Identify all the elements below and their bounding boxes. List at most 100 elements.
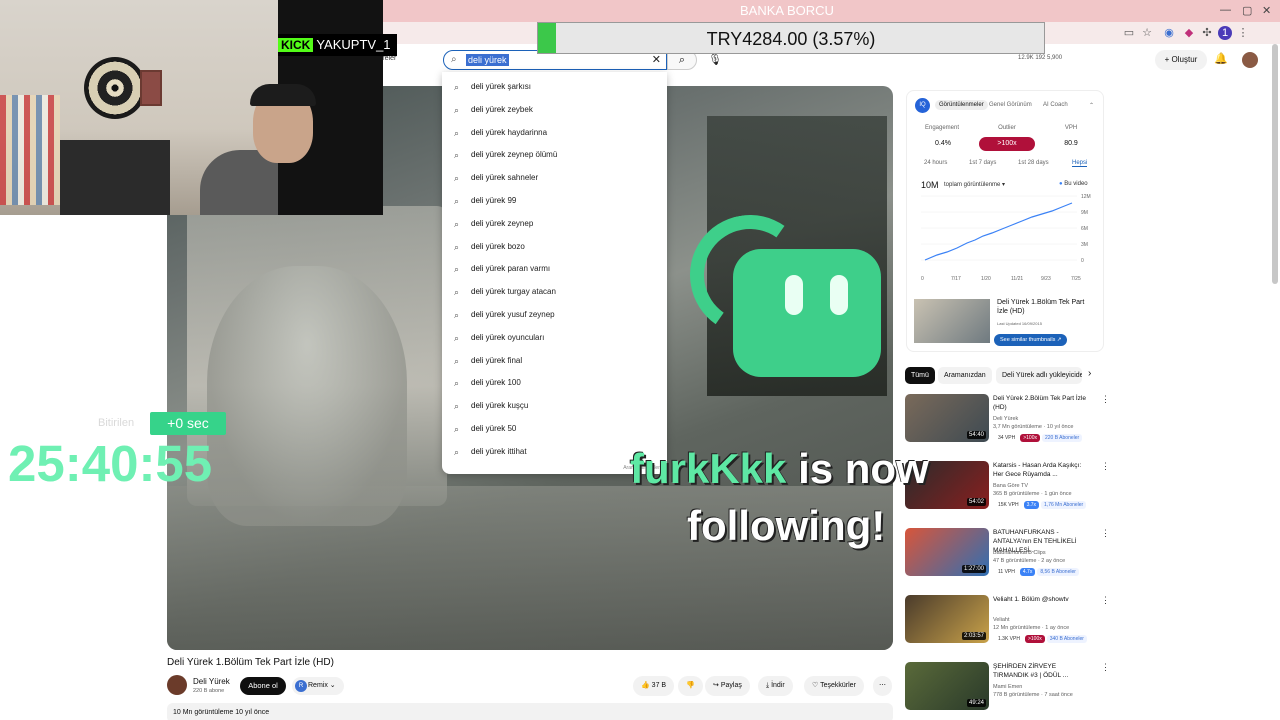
- range-24h[interactable]: 24 hours: [924, 160, 947, 166]
- extension-icon[interactable]: ◉: [1162, 26, 1176, 40]
- search-suggestion[interactable]: ⌕ deli yürek paran varmı: [442, 258, 667, 280]
- metric-select[interactable]: toplam görüntülenme ▾: [944, 181, 1005, 188]
- search-suggestion[interactable]: ⌕ deli yürek oyuncuları: [442, 327, 667, 349]
- chip-from-search[interactable]: Aramanızdan: [938, 367, 992, 384]
- video-more-icon[interactable]: ⋮: [1101, 662, 1110, 673]
- search-suggestion[interactable]: ⌕ deli yürek sahneler: [442, 167, 667, 189]
- search-icon: ⌕: [454, 355, 460, 366]
- suggestion-prefix: deli yürek: [471, 310, 508, 319]
- range-7d[interactable]: 1st 7 days: [969, 160, 996, 166]
- video-channel[interactable]: Batuhanfurkan5 Clips: [993, 550, 1046, 556]
- create-button[interactable]: + Oluştur: [1155, 50, 1207, 70]
- extension-shield-icon[interactable]: ◆: [1182, 26, 1196, 40]
- notifications-bell-icon[interactable]: 🔔: [1214, 52, 1228, 65]
- like-button[interactable]: 👍 37 B: [633, 676, 675, 696]
- tab-ai-coach[interactable]: AI Coach: [1039, 100, 1072, 110]
- video-more-icon[interactable]: ⋮: [1101, 394, 1110, 405]
- description-box[interactable]: 10 Mn görüntüleme 10 yıl önce: [167, 703, 893, 720]
- views-line: [924, 202, 1073, 261]
- suggestion-prefix: deli yürek: [471, 127, 508, 137]
- video-thumbnail[interactable]: 2:03:57: [905, 595, 989, 643]
- suggestion-tail: zeybek: [507, 104, 533, 114]
- video-title[interactable]: ŞEHİRDEN ZİRVEYE TIRMANDIK #3 | ÖDÜL ...: [993, 662, 1093, 680]
- subscribe-button[interactable]: Abone ol: [240, 677, 286, 695]
- collapse-chevron-icon[interactable]: ⌃: [1085, 100, 1098, 111]
- recommended-video[interactable]: 54:40 Deli Yürek 2.Bölüm Tek Part İzle (H…: [905, 394, 1110, 456]
- clear-search-icon[interactable]: ✕: [652, 53, 661, 66]
- thanks-label: Teşekkürler: [820, 682, 856, 689]
- video-channel[interactable]: Bana Göre TV: [993, 483, 1028, 489]
- share-button[interactable]: ↪ Paylaş: [705, 676, 750, 696]
- suggestion-prefix: deli yürek: [471, 264, 508, 274]
- plus-seconds-badge: +0 sec: [150, 412, 226, 435]
- minimize-icon[interactable]: —: [1220, 4, 1231, 16]
- thanks-button[interactable]: ♡ Teşekkürler: [804, 676, 864, 696]
- suggestion-tail: haydarinna: [507, 127, 548, 137]
- share-icon: ↪: [713, 682, 719, 689]
- suggestion-prefix: deli yürek: [471, 355, 508, 365]
- chips-next-icon[interactable]: ›: [1088, 368, 1091, 379]
- recommended-video[interactable]: 1:27:00 BATUHANFURKANS - ANTALYA'nın EN T…: [905, 528, 1110, 590]
- extensions-puzzle-icon[interactable]: ✣: [1200, 26, 1214, 40]
- range-28d[interactable]: 1st 28 days: [1018, 160, 1049, 166]
- tab-overview[interactable]: Genel Görünüm: [985, 100, 1036, 110]
- recommended-video[interactable]: 49:24 ŞEHİRDEN ZİRVEYE TIRMANDIK #3 | ÖDÜ…: [905, 662, 1110, 720]
- video-title[interactable]: Veliaht 1. Bölüm @showtv: [993, 595, 1093, 604]
- video-thumbnail[interactable]: 54:40: [905, 394, 989, 442]
- search-suggestion[interactable]: ⌕ deli yürek 50: [442, 418, 667, 440]
- search-icon: ⌕: [451, 54, 457, 65]
- chip-from-uploader[interactable]: Deli Yürek adlı yükleyiciden: [996, 367, 1082, 384]
- dislike-button[interactable]: 👎: [678, 676, 703, 696]
- search-icon: ⌕: [454, 104, 460, 115]
- video-title[interactable]: Deli Yürek 2.Bölüm Tek Part İzle (HD): [993, 394, 1093, 412]
- suggestion-prefix: deli yürek: [471, 446, 508, 456]
- video-more-icon[interactable]: ⋮: [1101, 595, 1110, 606]
- search-suggestion[interactable]: ⌕ deli yürek zeynep: [442, 213, 667, 235]
- maximize-icon[interactable]: ▢: [1242, 4, 1252, 17]
- suggestion-text: deli yürek 50: [471, 418, 516, 440]
- video-channel[interactable]: Veliaht: [993, 617, 1010, 623]
- search-icon: ⌕: [454, 287, 460, 298]
- search-suggestion[interactable]: ⌕ deli yürek haydarinna: [442, 122, 667, 144]
- recommended-video[interactable]: 54:02 Katarsis - Hasan Arda Kaşıkçı: Her …: [905, 461, 1110, 523]
- goal-value: TRY4284.00 (3.57%): [706, 29, 876, 49]
- video-more-icon[interactable]: ⋮: [1101, 461, 1110, 472]
- recommended-video[interactable]: 2:03:57 Veliaht 1. Bölüm @showtv Veliaht 12…: [905, 595, 1110, 657]
- search-suggestion[interactable]: ⌕ deli yürek yusuf zeynep: [442, 304, 667, 326]
- search-suggestion[interactable]: ⌕ deli yürek turgay atacan: [442, 281, 667, 303]
- search-suggestion[interactable]: ⌕ deli yürek 100: [442, 372, 667, 394]
- suggestion-prefix: deli yürek: [471, 424, 508, 433]
- video-channel[interactable]: Mami Emen: [993, 684, 1022, 690]
- search-icon: ⌕: [454, 332, 460, 343]
- suggestion-tail: 99: [507, 196, 517, 205]
- search-suggestion[interactable]: ⌕ deli yürek zeybek: [442, 99, 667, 121]
- search-suggestion[interactable]: ⌕ deli yürek final: [442, 350, 667, 372]
- search-suggestion[interactable]: ⌕ deli yürek bozo: [442, 236, 667, 258]
- cast-icon[interactable]: ▭: [1122, 26, 1136, 40]
- search-suggestion[interactable]: ⌕ deli yürek 99: [442, 190, 667, 212]
- browser-menu-icon[interactable]: ⋮: [1236, 26, 1250, 40]
- more-actions-icon[interactable]: ⋯: [873, 676, 892, 696]
- chip-all[interactable]: Tümü: [905, 367, 935, 384]
- video-channel[interactable]: Deli Yürek: [993, 416, 1018, 422]
- channel-name[interactable]: Deli Yürek: [193, 677, 230, 686]
- channel-avatar[interactable]: [167, 675, 187, 695]
- remix-button[interactable]: R Remix ⌄: [292, 677, 344, 695]
- profile-icon[interactable]: 1: [1218, 26, 1232, 40]
- vph-badge: 11 VPH: [995, 568, 1018, 576]
- video-thumbnail[interactable]: 49:24: [905, 662, 989, 710]
- video-title[interactable]: Katarsis - Hasan Arda Kaşıkçı: Her Gece …: [993, 461, 1093, 479]
- search-suggestion[interactable]: ⌕ deli yürek şarkısı: [442, 76, 667, 98]
- bookmark-star-icon[interactable]: ☆: [1140, 26, 1154, 40]
- video-thumbnail[interactable]: 1:27:00: [905, 528, 989, 576]
- range-all[interactable]: Hepsi: [1072, 160, 1088, 167]
- see-similar-thumbnails-button[interactable]: See similar thumbnails ↗: [994, 334, 1068, 346]
- download-button[interactable]: ⤓ İndir: [758, 676, 793, 696]
- tab-views[interactable]: Görüntülenmeler: [935, 100, 988, 110]
- search-suggestion[interactable]: ⌕ deli yürek zeynep ölümü: [442, 144, 667, 166]
- close-window-icon[interactable]: ✕: [1262, 4, 1271, 17]
- page-scrollbar[interactable]: [1272, 44, 1278, 284]
- video-more-icon[interactable]: ⋮: [1101, 528, 1110, 539]
- search-suggestion[interactable]: ⌕ deli yürek kuşçu: [442, 395, 667, 417]
- account-avatar[interactable]: [1242, 52, 1258, 68]
